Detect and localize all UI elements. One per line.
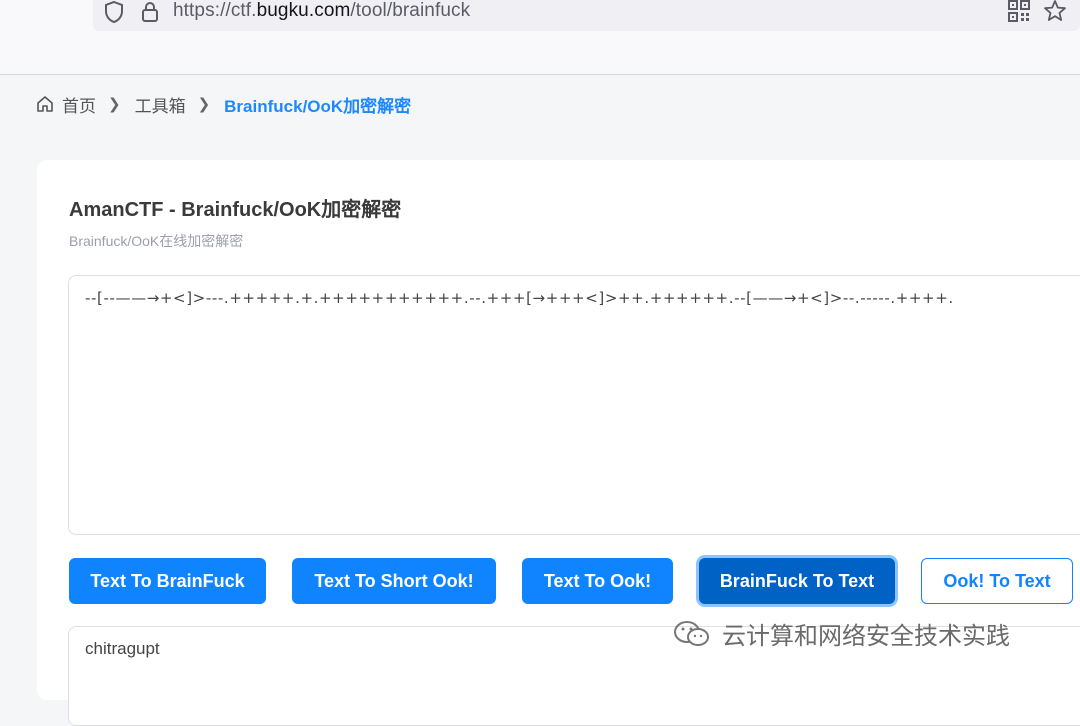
lock-icon[interactable] <box>140 0 160 29</box>
breadcrumb-current: Brainfuck/OoK加密解密 <box>224 96 412 116</box>
chevron-right-icon: ❯ <box>197 96 211 113</box>
url-text[interactable]: https://ctf.bugku.com/tool/brainfuck <box>173 0 470 22</box>
page-title: AmanCTF - Brainfuck/OoK加密解密 <box>69 199 402 221</box>
breadcrumb-home[interactable]: 首页 <box>62 92 96 117</box>
text-to-ook-button[interactable]: Text To Ook! <box>522 558 673 604</box>
address-bar[interactable]: https://ctf.bugku.com/tool/brainfuck <box>93 0 1080 31</box>
wechat-icon <box>674 620 709 646</box>
qr-code-icon[interactable] <box>1008 0 1030 27</box>
ook-to-text-button[interactable]: Ook! To Text <box>921 558 1073 604</box>
browser-toolbar: https://ctf.bugku.com/tool/brainfuck <box>0 0 1080 75</box>
page-subtitle: Brainfuck/OoK在线加密解密 <box>69 233 244 249</box>
input-textarea[interactable]: --[--——→+<]>---.+++++.+.+++++++++++.--.+… <box>68 275 1080 535</box>
brainfuck-to-text-button[interactable]: BrainFuck To Text <box>699 558 895 604</box>
home-icon[interactable] <box>36 95 54 113</box>
text-to-short-ook-button[interactable]: Text To Short Ook! <box>292 558 496 604</box>
wechat-watermark: 云计算和网络安全技术实践 <box>672 616 1010 651</box>
bookmark-star-icon[interactable] <box>1043 0 1067 28</box>
watermark-text: 云计算和网络安全技术实践 <box>722 623 1010 650</box>
breadcrumb-toolbox[interactable]: 工具箱 <box>135 92 186 117</box>
text-to-brainfuck-button[interactable]: Text To BrainFuck <box>69 558 266 604</box>
chevron-right-icon: ❯ <box>108 96 121 113</box>
breadcrumb: 首页 ❯ 工具箱 ❯ Brainfuck/OoK加密解密 <box>36 92 411 116</box>
shield-icon[interactable] <box>103 0 125 29</box>
